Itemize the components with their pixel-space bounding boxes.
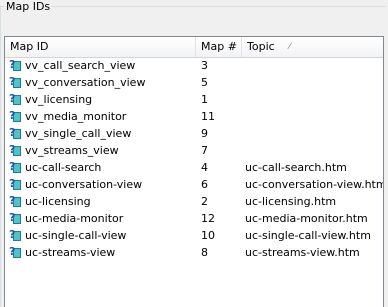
list-item[interactable]: ? uc-media-monitor 12 uc-media-monitor.htm [5, 210, 383, 227]
map-id-text: vv_streams_view [25, 144, 119, 157]
map-id-cell: ? uc-licensing [9, 193, 91, 210]
map-id-cell: ? vv_media_monitor [9, 108, 126, 125]
map-id-cell: ? uc-single-call-view [9, 227, 126, 244]
map-number-cell: 9 [201, 127, 208, 140]
topic-cell: uc-streams-view.htm [245, 246, 360, 259]
help-topic-icon: ? [9, 160, 22, 174]
map-id-cell: ? vv_licensing [9, 91, 92, 108]
map-number-cell: 2 [201, 195, 208, 208]
help-topic-icon: ? [9, 194, 22, 208]
map-id-text: uc-conversation-view [25, 178, 143, 191]
listview-header: Map ID Map # Topic ⁄ [5, 37, 383, 58]
map-id-cell: ? vv_call_search_view [9, 57, 135, 74]
map-id-cell: ? uc-media-monitor [9, 210, 123, 227]
column-header-map-id[interactable]: Map ID [5, 37, 196, 57]
help-topic-icon: ? [9, 92, 22, 106]
help-topic-icon: ? [9, 58, 22, 72]
list-item[interactable]: ? vv_streams_view 7 [5, 142, 383, 159]
help-topic-icon: ? [9, 245, 22, 259]
map-id-text: vv_call_search_view [25, 59, 136, 72]
sort-arrow-icon: ⁄ [289, 42, 291, 52]
map-number-cell: 5 [201, 76, 208, 89]
help-topic-icon: ? [9, 109, 22, 123]
list-item[interactable]: ? uc-licensing 2 uc-licensing.htm [5, 193, 383, 210]
list-item[interactable]: ? uc-call-search 4 uc-call-search.htm [5, 159, 383, 176]
column-header-map-number[interactable]: Map # [196, 37, 242, 57]
map-ids-listview[interactable]: Map ID Map # Topic ⁄ ? vv_call_search_vie… [4, 36, 384, 307]
map-number-cell: 7 [201, 144, 208, 157]
topic-cell: uc-media-monitor.htm [245, 212, 368, 225]
map-id-text: vv_single_call_view [25, 127, 132, 140]
map-id-text: uc-streams-view [25, 246, 116, 259]
list-item[interactable]: ? vv_single_call_view 9 [5, 125, 383, 142]
column-header-topic[interactable]: Topic ⁄ [242, 37, 383, 57]
help-topic-icon: ? [9, 75, 22, 89]
map-number-cell: 6 [201, 178, 208, 191]
list-item[interactable]: ? vv_media_monitor 11 [5, 108, 383, 125]
help-topic-icon: ? [9, 126, 22, 140]
list-item[interactable]: ? vv_licensing 1 [5, 91, 383, 108]
map-id-cell: ? vv_conversation_view [9, 74, 145, 91]
map-number-cell: 1 [201, 93, 208, 106]
list-item[interactable]: ? vv_call_search_view 3 [5, 57, 383, 74]
map-id-cell: ? vv_single_call_view [9, 125, 131, 142]
map-number-cell: 12 [201, 212, 215, 225]
map-id-cell: ? uc-call-search [9, 159, 101, 176]
map-id-cell: ? uc-conversation-view [9, 176, 142, 193]
help-topic-icon: ? [9, 228, 22, 242]
listview-rows: ? vv_call_search_view 3? vv_conversation_vi… [5, 57, 383, 261]
map-id-text: vv_media_monitor [25, 110, 127, 123]
help-topic-icon: ? [9, 211, 22, 225]
map-number-cell: 8 [201, 246, 208, 259]
help-topic-icon: ? [9, 143, 22, 157]
map-number-cell: 11 [201, 110, 215, 123]
map-number-cell: 3 [201, 59, 208, 72]
group-title: Map IDs [4, 0, 53, 13]
map-number-cell: 10 [201, 229, 215, 242]
topic-cell: uc-conversation-view.htm [245, 178, 384, 191]
help-topic-icon: ? [9, 177, 22, 191]
list-item[interactable]: ? uc-streams-view 8 uc-streams-view.htm [5, 244, 383, 261]
map-id-text: uc-media-monitor [25, 212, 124, 225]
map-id-text: vv_conversation_view [25, 76, 146, 89]
map-id-text: uc-licensing [25, 195, 91, 208]
map-id-text: vv_licensing [25, 93, 93, 106]
column-header-topic-label: Topic [247, 40, 275, 53]
map-id-text: uc-single-call-view [25, 229, 127, 242]
topic-cell: uc-call-search.htm [245, 161, 347, 174]
list-item[interactable]: ? uc-single-call-view 10 uc-single-call-vie… [5, 227, 383, 244]
map-id-cell: ? uc-streams-view [9, 244, 115, 261]
map-id-text: uc-call-search [25, 161, 102, 174]
list-item[interactable]: ? uc-conversation-view 6 uc-conversation-vi… [5, 176, 383, 193]
topic-cell: uc-single-call-view.htm [245, 229, 371, 242]
list-item[interactable]: ? vv_conversation_view 5 [5, 74, 383, 91]
map-number-cell: 4 [201, 161, 208, 174]
topic-cell: uc-licensing.htm [245, 195, 337, 208]
map-id-cell: ? vv_streams_view [9, 142, 119, 159]
